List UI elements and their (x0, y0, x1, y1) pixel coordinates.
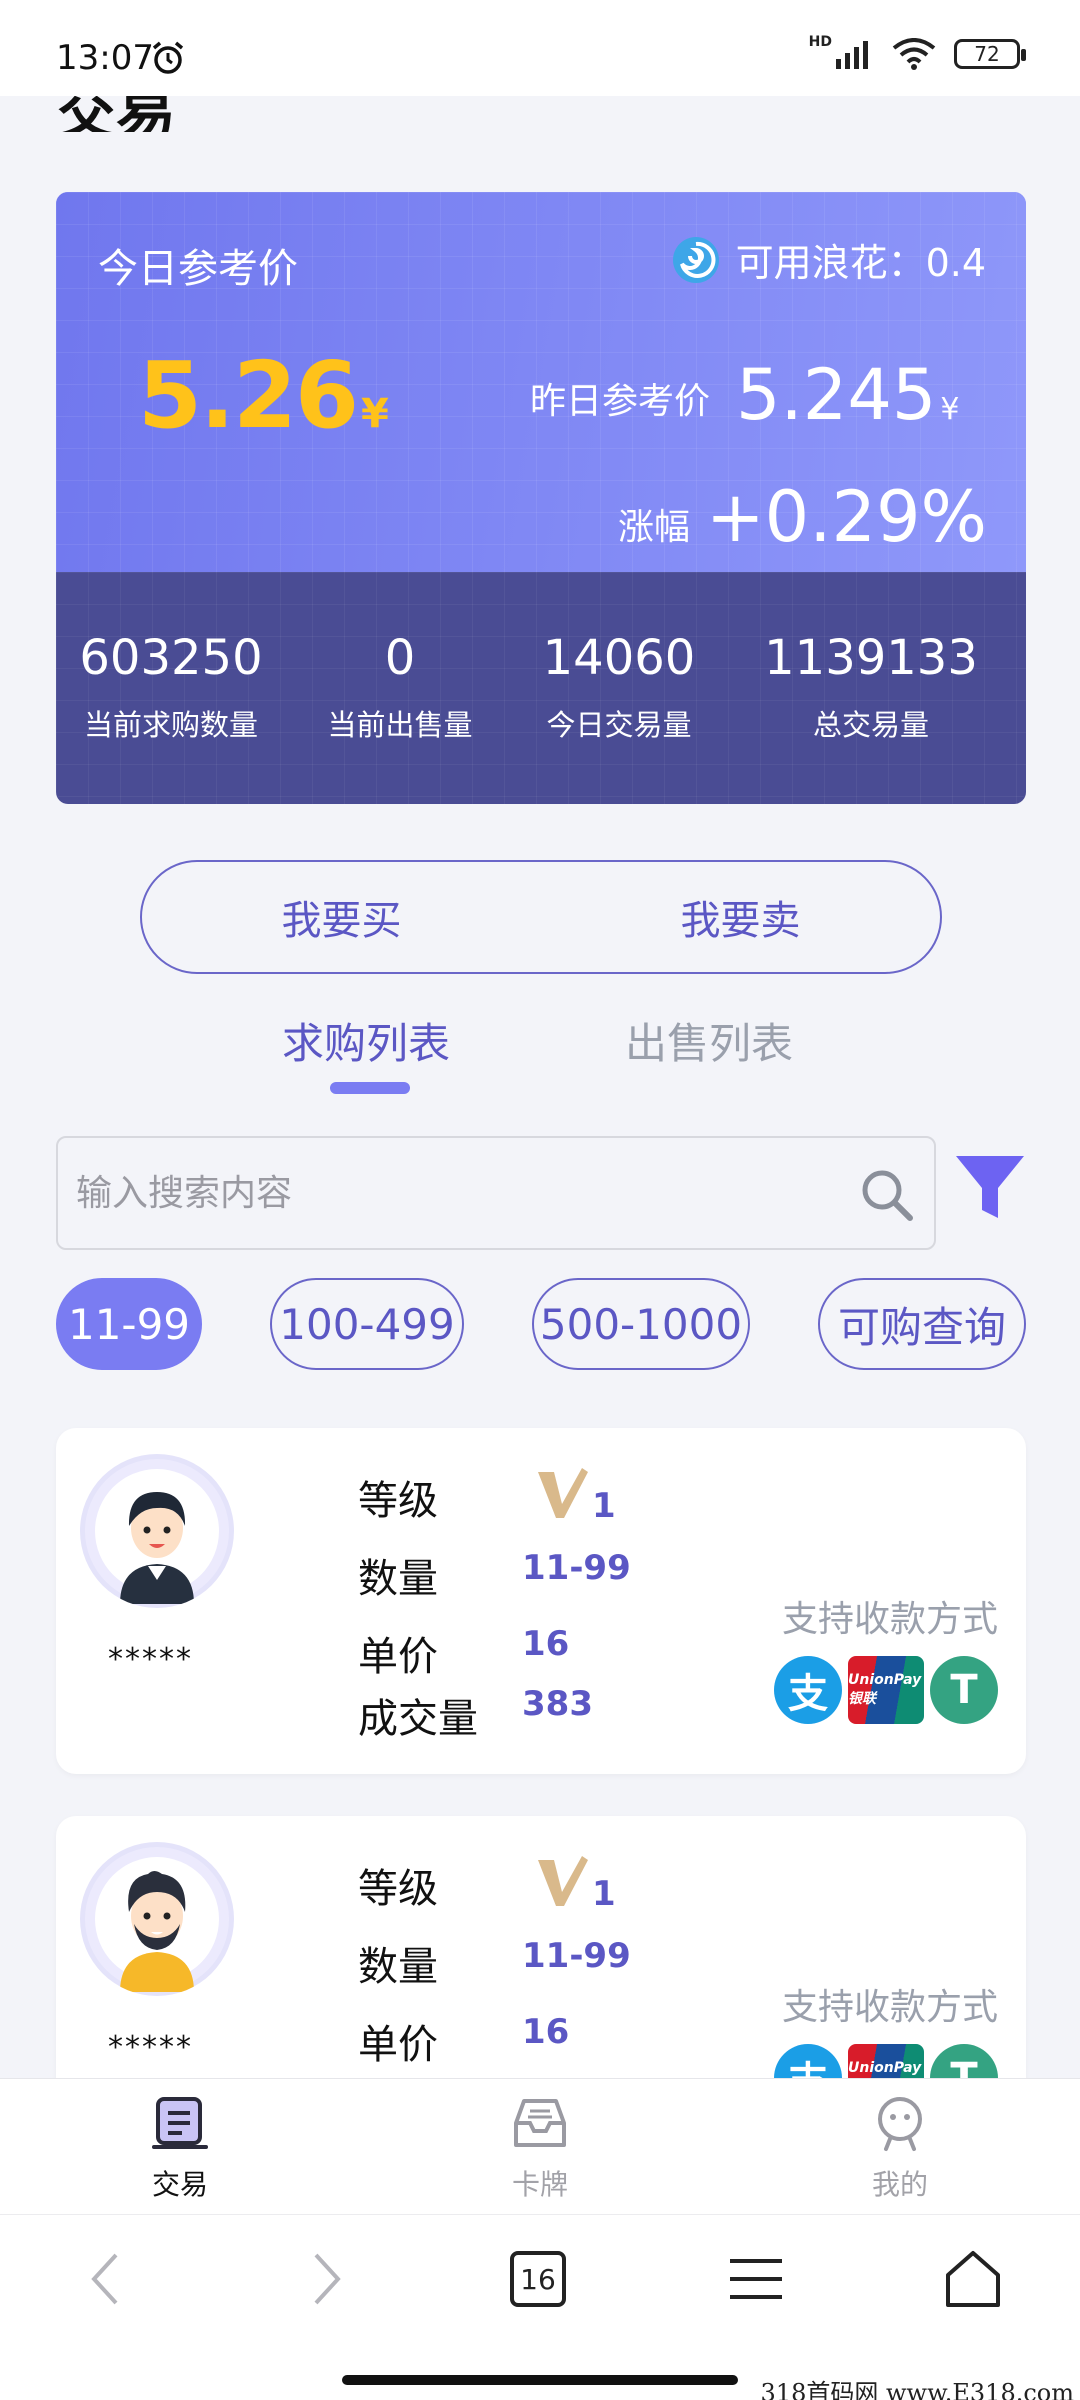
avatar (80, 1454, 234, 1608)
stat-value: 14060 (542, 630, 696, 686)
tether-icon: T (930, 1656, 998, 1724)
stat-sell-quantity: 0 当前出售量 (300, 630, 500, 744)
stat-label: 总交易量 (812, 708, 929, 742)
quantity-label: 数量 (358, 1944, 438, 1990)
battery-level: 72 (974, 42, 1000, 66)
today-price-label: 今日参考价 (98, 246, 298, 292)
price-summary: 今日参考价 可用浪花：0.4 5.26 ¥ 昨日参考价 5.245 ¥ 涨幅 +0.… (56, 192, 1026, 572)
status-bar: 13:07 HD 72 (0, 0, 1080, 96)
browser-toolbar: 16 318首码网 www.E318.com (0, 2214, 1080, 2400)
chip-500-1000[interactable]: 500-1000 (532, 1278, 750, 1370)
stat-value: 603250 (79, 630, 263, 686)
chip-100-499[interactable]: 100-499 (270, 1278, 464, 1370)
wifi-icon (892, 38, 936, 70)
today-price: 5.26 ¥ (138, 342, 389, 449)
quantity-label: 数量 (358, 1556, 438, 1602)
sell-button[interactable]: 我要卖 (541, 862, 940, 972)
nav-cards-label: 卡牌 (511, 2168, 568, 2201)
currency-symbol: ¥ (940, 392, 960, 427)
yesterday-price-value: 5.245 (736, 354, 937, 436)
card-box-icon (514, 2099, 566, 2147)
back-icon[interactable] (86, 2249, 126, 2309)
stat-buy-quantity: 603250 当前求购数量 (56, 630, 286, 744)
chip-purchasable-query[interactable]: 可购查询 (818, 1278, 1026, 1370)
profile-icon (878, 2097, 922, 2151)
home-icon[interactable] (944, 2249, 1002, 2309)
user-name: ***** (108, 2030, 193, 2065)
currency-symbol: ¥ (361, 391, 389, 437)
flower-icon (672, 236, 719, 283)
avatar (80, 1842, 234, 1996)
search-box (56, 1136, 936, 1250)
list-tabs: 求购列表 出售列表 (0, 1000, 1080, 1100)
trade-icon (152, 2097, 208, 2149)
bottom-nav: 交易 卡牌 我的 (0, 2078, 1080, 2214)
nav-mine-label: 我的 (871, 2168, 928, 2201)
vip-level-icon (538, 1468, 588, 1518)
quantity-value: 11-99 (522, 1936, 631, 1976)
change-label: 涨幅 (618, 507, 691, 548)
search-input[interactable] (76, 1138, 836, 1248)
signal-icon (836, 41, 868, 69)
avatar-image (85, 1847, 229, 1992)
tab-buy-list[interactable]: 求购列表 (282, 1010, 450, 1071)
forward-icon[interactable] (306, 2249, 346, 2309)
today-price-value: 5.26 (138, 342, 359, 449)
stat-total-volume: 1139133 总交易量 (746, 630, 996, 744)
listing-card[interactable]: ***** 等级 1 数量 11-99 单价 16 成交量 383 支持收款方式… (56, 1428, 1026, 1774)
unit-price-value: 16 (522, 2012, 570, 2052)
chip-11-99[interactable]: 11-99 (56, 1278, 202, 1370)
yesterday-price-label: 昨日参考价 (530, 381, 711, 422)
alarm-icon (152, 41, 184, 74)
unionpay-icon: UnionPay 银联 (848, 1656, 924, 1724)
filter-icon[interactable] (954, 1152, 1026, 1224)
unit-price-value: 16 (522, 1624, 570, 1664)
yesterday-price: 5.245 ¥ (736, 354, 960, 436)
payment-methods-label: 支持收款方式 (781, 1987, 998, 2028)
change-value: +0.29% (706, 476, 988, 558)
volume-value: 383 (522, 1684, 593, 1724)
volume-label: 成交量 (358, 1696, 478, 1742)
active-tab-indicator (330, 1082, 410, 1094)
level-value: 1 (592, 1486, 616, 1526)
payment-methods: 支 UnionPay 银联 T (774, 1656, 998, 1724)
menu-icon[interactable] (728, 2249, 784, 2309)
nav-trade[interactable]: 交易 (90, 2093, 270, 2203)
stat-today-volume: 14060 今日交易量 (514, 630, 724, 744)
vip-level-icon (538, 1856, 588, 1906)
tab-sell-list[interactable]: 出售列表 (625, 1010, 793, 1071)
stat-label: 当前出售量 (327, 708, 473, 742)
available-flower: 可用浪花：0.4 (670, 232, 986, 287)
stat-label: 今日交易量 (546, 708, 692, 742)
unit-price-label: 单价 (358, 1634, 438, 1680)
level-label: 等级 (358, 1478, 438, 1524)
buy-sell-toggle: 我要买 我要卖 (140, 860, 942, 974)
battery-icon: 72 (954, 39, 1026, 69)
buy-button[interactable]: 我要买 (142, 862, 541, 972)
nav-trade-label: 交易 (151, 2168, 208, 2201)
user-name: ***** (108, 1642, 193, 1677)
price-card: 今日参考价 可用浪花：0.4 5.26 ¥ 昨日参考价 5.245 ¥ 涨幅 +0.… (56, 192, 1026, 804)
nav-cards[interactable]: 卡牌 (450, 2093, 630, 2203)
home-indicator[interactable] (342, 2375, 738, 2385)
nav-mine[interactable]: 我的 (810, 2093, 990, 2203)
tabs-button[interactable]: 16 (510, 2251, 566, 2307)
level-value: 1 (592, 1874, 616, 1914)
quantity-value: 11-99 (522, 1548, 631, 1588)
search-icon[interactable] (858, 1166, 916, 1224)
stats-row: 603250 当前求购数量 0 当前出售量 14060 今日交易量 113913… (56, 572, 1026, 804)
level-label: 等级 (358, 1866, 438, 1912)
unit-price-label: 单价 (358, 2022, 438, 2068)
available-flower-text: 可用浪花：0.4 (735, 241, 986, 285)
stat-value: 1139133 (764, 630, 978, 686)
payment-methods-label: 支持收款方式 (781, 1599, 998, 1640)
hd-label: HD (808, 34, 832, 50)
alipay-icon: 支 (774, 1656, 842, 1724)
tab-count: 16 (520, 2262, 556, 2296)
avatar-image (85, 1459, 229, 1604)
stat-label: 当前求购数量 (83, 708, 258, 742)
watermark: 318首码网 www.E318.com (760, 2379, 1074, 2400)
status-time: 13:07 (56, 38, 154, 78)
stat-value: 0 (384, 630, 416, 686)
